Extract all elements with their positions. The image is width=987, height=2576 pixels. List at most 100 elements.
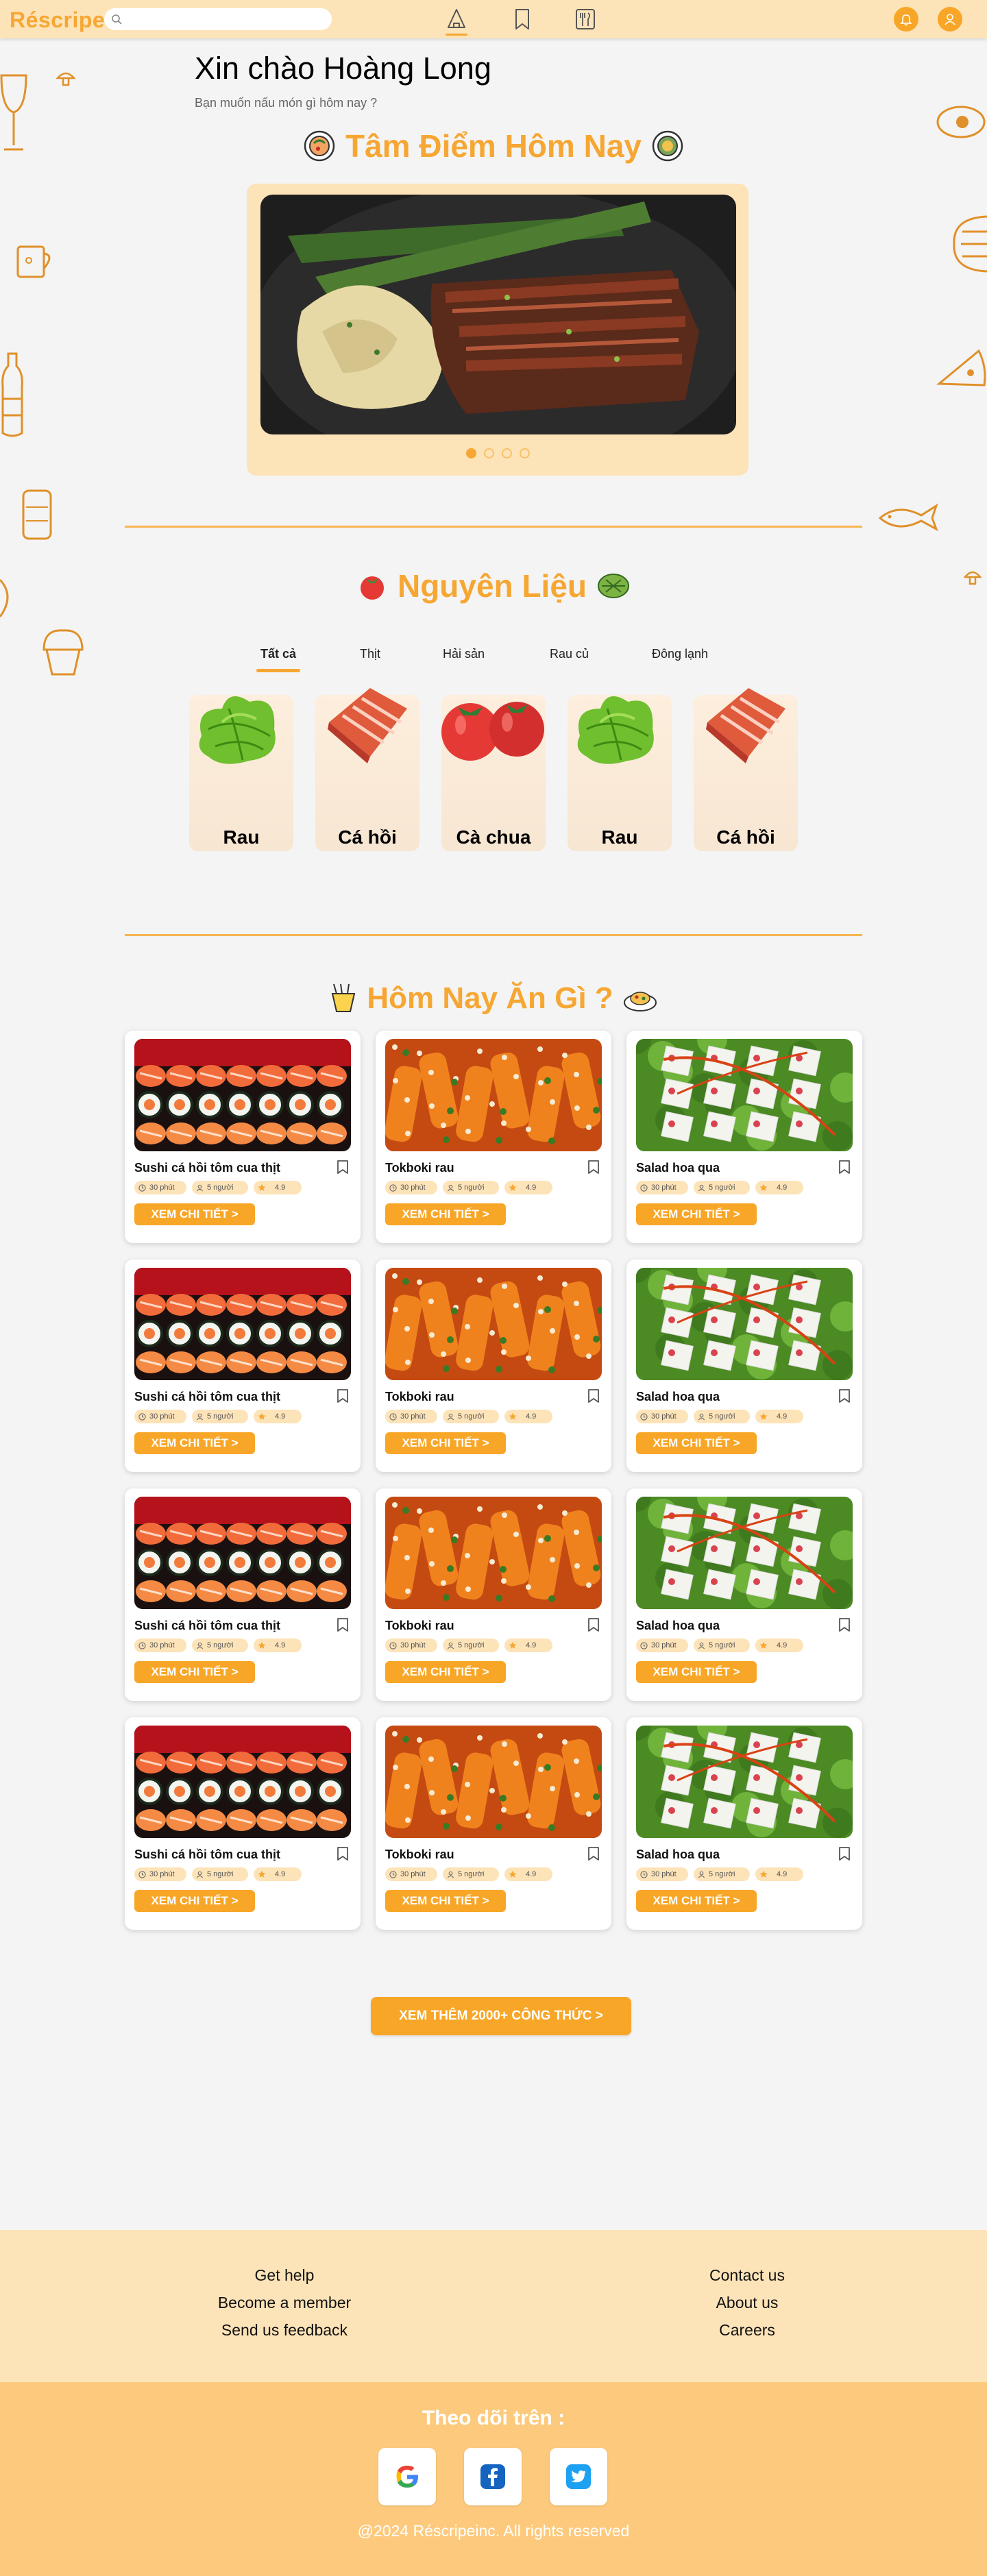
view-detail-button[interactable]: XEM CHI TIẾT >	[134, 1661, 255, 1683]
ingredient-card-lettuce[interactable]: Rau	[568, 695, 672, 851]
about-us-link[interactable]: About us	[679, 2289, 816, 2316]
recipe-image[interactable]	[636, 1726, 853, 1838]
ingredient-card-lettuce[interactable]: Rau	[189, 695, 293, 851]
carousel-dot[interactable]	[465, 448, 476, 458]
ingredient-card-salmon[interactable]: Cá hồi	[315, 688, 419, 851]
save-recipe-button[interactable]	[838, 1846, 851, 1865]
tab-vegetables[interactable]: Rau củ	[550, 647, 589, 661]
recipe-card[interactable]: Salad hoa qua 30 phút 5 người 4.9 XEM CHI TI…	[626, 1260, 862, 1472]
recipe-title[interactable]: Tokboki rau	[385, 1161, 454, 1175]
view-detail-button[interactable]: XEM CHI TIẾT >	[636, 1432, 757, 1454]
save-recipe-button[interactable]	[587, 1388, 600, 1407]
view-detail-button[interactable]: XEM CHI TIẾT >	[385, 1432, 506, 1454]
recipe-title[interactable]: Salad hoa qua	[636, 1848, 720, 1862]
tab-meat[interactable]: Thịt	[360, 647, 380, 661]
save-recipe-button[interactable]	[838, 1388, 851, 1407]
contact-us-link[interactable]: Contact us	[679, 2261, 816, 2289]
recipe-title[interactable]: Sushi cá hồi tôm cua thịt	[134, 1390, 280, 1404]
recipe-title[interactable]: Salad hoa qua	[636, 1161, 720, 1175]
recipe-image[interactable]	[134, 1497, 351, 1609]
recipe-image[interactable]	[636, 1497, 853, 1609]
save-recipe-button[interactable]	[336, 1846, 350, 1865]
save-recipe-button[interactable]	[838, 1160, 851, 1178]
recipe-title[interactable]: Sushi cá hồi tôm cua thịt	[134, 1848, 280, 1862]
view-detail-button[interactable]: XEM CHI TIẾT >	[636, 1203, 757, 1225]
recipe-card[interactable]: Salad hoa qua 30 phút 5 người 4.9 XEM CHI TI…	[626, 1717, 862, 1930]
recipe-meta: 30 phút 5 người 4.9	[385, 1410, 552, 1423]
recipe-image[interactable]	[385, 1497, 602, 1609]
bookmark-icon	[839, 1160, 850, 1174]
ingredient-card-tomato[interactable]: Cà chua	[441, 695, 546, 851]
view-detail-button[interactable]: XEM CHI TIẾT >	[385, 1661, 506, 1683]
tab-seafood[interactable]: Hải sản	[443, 647, 485, 661]
recipe-title[interactable]: Salad hoa qua	[636, 1390, 720, 1404]
save-recipe-button[interactable]	[336, 1160, 350, 1178]
person-icon	[447, 1184, 454, 1191]
carousel-dot[interactable]	[501, 448, 512, 458]
tab-all[interactable]: Tất cả	[256, 647, 301, 672]
recipe-image[interactable]	[385, 1039, 602, 1151]
recipe-title[interactable]: Tokboki rau	[385, 1848, 454, 1862]
recipe-image[interactable]	[134, 1726, 351, 1838]
view-detail-button[interactable]: XEM CHI TIẾT >	[134, 1890, 255, 1912]
recipe-card[interactable]: Salad hoa qua 30 phút 5 người 4.9 XEM CHI TI…	[626, 1031, 862, 1243]
view-more-recipes-button[interactable]: XEM THÊM 2000+ CÔNG THỨC >	[371, 1997, 631, 2035]
save-recipe-button[interactable]	[336, 1388, 350, 1407]
bookmark-icon	[337, 1847, 348, 1861]
save-recipe-button[interactable]	[587, 1617, 600, 1636]
nav-home[interactable]	[444, 7, 469, 36]
recipe-card[interactable]: Tokboki rau 30 phút 5 người 4.9 XEM CHI TIẾT…	[376, 1260, 611, 1472]
recipe-image[interactable]	[134, 1268, 351, 1380]
user-button[interactable]	[938, 7, 962, 32]
recipe-card[interactable]: Salad hoa qua 30 phút 5 người 4.9 XEM CHI TI…	[626, 1488, 862, 1701]
view-detail-button[interactable]: XEM CHI TIẾT >	[134, 1203, 255, 1225]
carousel-dot[interactable]	[483, 448, 494, 458]
recipe-title[interactable]: Sushi cá hồi tôm cua thịt	[134, 1619, 280, 1633]
recipe-image[interactable]	[636, 1039, 853, 1151]
recipe-image[interactable]	[636, 1268, 853, 1380]
search-input[interactable]	[126, 12, 325, 26]
recipe-image[interactable]	[385, 1268, 602, 1380]
recipe-title[interactable]: Salad hoa qua	[636, 1619, 720, 1633]
recipe-image[interactable]	[385, 1726, 602, 1838]
tab-frozen[interactable]: Đông lạnh	[652, 647, 708, 661]
recipe-card[interactable]: Tokboki rau 30 phút 5 người 4.9 XEM CHI TIẾT…	[376, 1717, 611, 1930]
recipe-image[interactable]	[134, 1039, 351, 1151]
save-recipe-button[interactable]	[838, 1617, 851, 1636]
get-help-link[interactable]: Get help	[206, 2261, 363, 2289]
featured-slide-image[interactable]	[260, 195, 736, 434]
search-bar[interactable]	[104, 8, 332, 30]
recipe-card[interactable]: Sushi cá hồi tôm cua thịt 30 phút 5 người 4…	[125, 1031, 361, 1243]
become-member-link[interactable]: Become a member	[206, 2289, 363, 2316]
twitter-button[interactable]	[550, 2448, 607, 2505]
view-detail-button[interactable]: XEM CHI TIẾT >	[636, 1890, 757, 1912]
recipe-card[interactable]: Sushi cá hồi tôm cua thịt 30 phút 5 người 4…	[125, 1260, 361, 1472]
carousel-dot[interactable]	[519, 448, 530, 458]
careers-link[interactable]: Careers	[679, 2316, 816, 2344]
notification-button[interactable]	[894, 7, 918, 32]
recipe-card[interactable]: Tokboki rau 30 phút 5 người 4.9 XEM CHI TIẾT…	[376, 1488, 611, 1701]
nav-bookmarks[interactable]	[510, 7, 535, 32]
featured-carousel[interactable]	[247, 184, 748, 476]
servings-badge: 5 người	[694, 1181, 750, 1194]
save-recipe-button[interactable]	[587, 1846, 600, 1865]
save-recipe-button[interactable]	[587, 1160, 600, 1178]
view-detail-button[interactable]: XEM CHI TIẾT >	[636, 1661, 757, 1683]
save-recipe-button[interactable]	[336, 1617, 350, 1636]
send-feedback-link[interactable]: Send us feedback	[206, 2316, 363, 2344]
recipe-title[interactable]: Tokboki rau	[385, 1619, 454, 1633]
nav-recipes[interactable]	[573, 7, 598, 32]
recipe-card[interactable]: Sushi cá hồi tôm cua thịt 30 phút 5 người 4…	[125, 1717, 361, 1930]
view-detail-button[interactable]: XEM CHI TIẾT >	[385, 1890, 506, 1912]
brand-logo[interactable]: Réscripe	[10, 8, 105, 33]
recipe-card[interactable]: Tokboki rau 30 phút 5 người 4.9 XEM CHI TIẾT…	[376, 1031, 611, 1243]
view-detail-button[interactable]: XEM CHI TIẾT >	[134, 1432, 255, 1454]
recipe-card[interactable]: Sushi cá hồi tôm cua thịt 30 phút 5 người 4…	[125, 1488, 361, 1701]
recipe-title[interactable]: Tokboki rau	[385, 1390, 454, 1404]
view-detail-button[interactable]: XEM CHI TIẾT >	[385, 1203, 506, 1225]
recipe-title[interactable]: Sushi cá hồi tôm cua thịt	[134, 1161, 280, 1175]
google-button[interactable]	[378, 2448, 436, 2505]
greeting-title: Xin chào Hoàng Long	[195, 51, 491, 86]
facebook-button[interactable]	[464, 2448, 522, 2505]
ingredient-card-salmon[interactable]: Cá hồi	[694, 688, 798, 851]
